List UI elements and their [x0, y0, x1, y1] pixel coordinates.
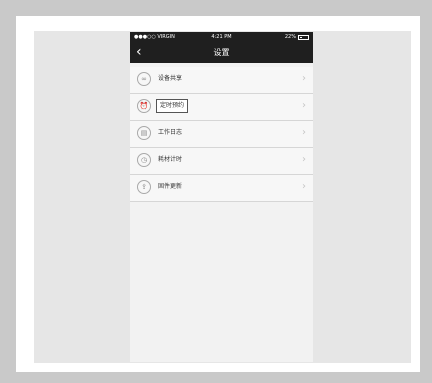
menu-item-label: 工作日志	[158, 129, 183, 136]
menu-item-work-log[interactable]: ▤ 工作日志 ›	[130, 121, 313, 148]
status-bar: ●●●○○ VIRGIN 4:21 PM 22%	[130, 32, 313, 42]
menu-item-label: 定时预约	[156, 99, 189, 113]
link-icon: ∞	[137, 72, 151, 86]
battery-status: 22%	[285, 32, 309, 42]
alarm-clock-icon: ⏰	[137, 99, 151, 113]
chevron-right-icon: ›	[302, 127, 306, 138]
battery-percent: 22%	[284, 34, 296, 40]
settings-list: ∞ 设备共享 › ⏰ 定时预约 › ▤ 工作日志 › ◷ 耗材计时 › ⇪ 固件…	[130, 67, 313, 202]
menu-item-label: 固件更新	[158, 183, 183, 190]
menu-item-schedule[interactable]: ⏰ 定时预约 ›	[130, 94, 313, 121]
chevron-right-icon: ›	[302, 73, 306, 84]
chevron-right-icon: ›	[302, 100, 306, 111]
menu-item-consumable-timer[interactable]: ◷ 耗材计时 ›	[130, 148, 313, 175]
menu-item-firmware-update[interactable]: ⇪ 固件更新 ›	[130, 175, 313, 202]
log-document-icon: ▤	[137, 126, 151, 140]
menu-item-device-share[interactable]: ∞ 设备共享 ›	[130, 67, 313, 94]
chevron-right-icon: ›	[302, 154, 306, 165]
upload-icon: ⇪	[137, 180, 151, 194]
battery-icon	[298, 34, 309, 40]
chevron-right-icon: ›	[302, 181, 306, 192]
menu-item-label: 耗材计时	[158, 156, 183, 163]
page-title: 设置	[213, 48, 230, 57]
phone-screen: ●●●○○ VIRGIN 4:21 PM 22% ‹ 设置 ∞ 设备共享 › ⏰…	[130, 32, 313, 362]
menu-item-label: 设备共享	[158, 75, 183, 82]
clock-icon: ◷	[137, 153, 151, 167]
navigation-bar: ‹ 设置	[130, 42, 313, 63]
